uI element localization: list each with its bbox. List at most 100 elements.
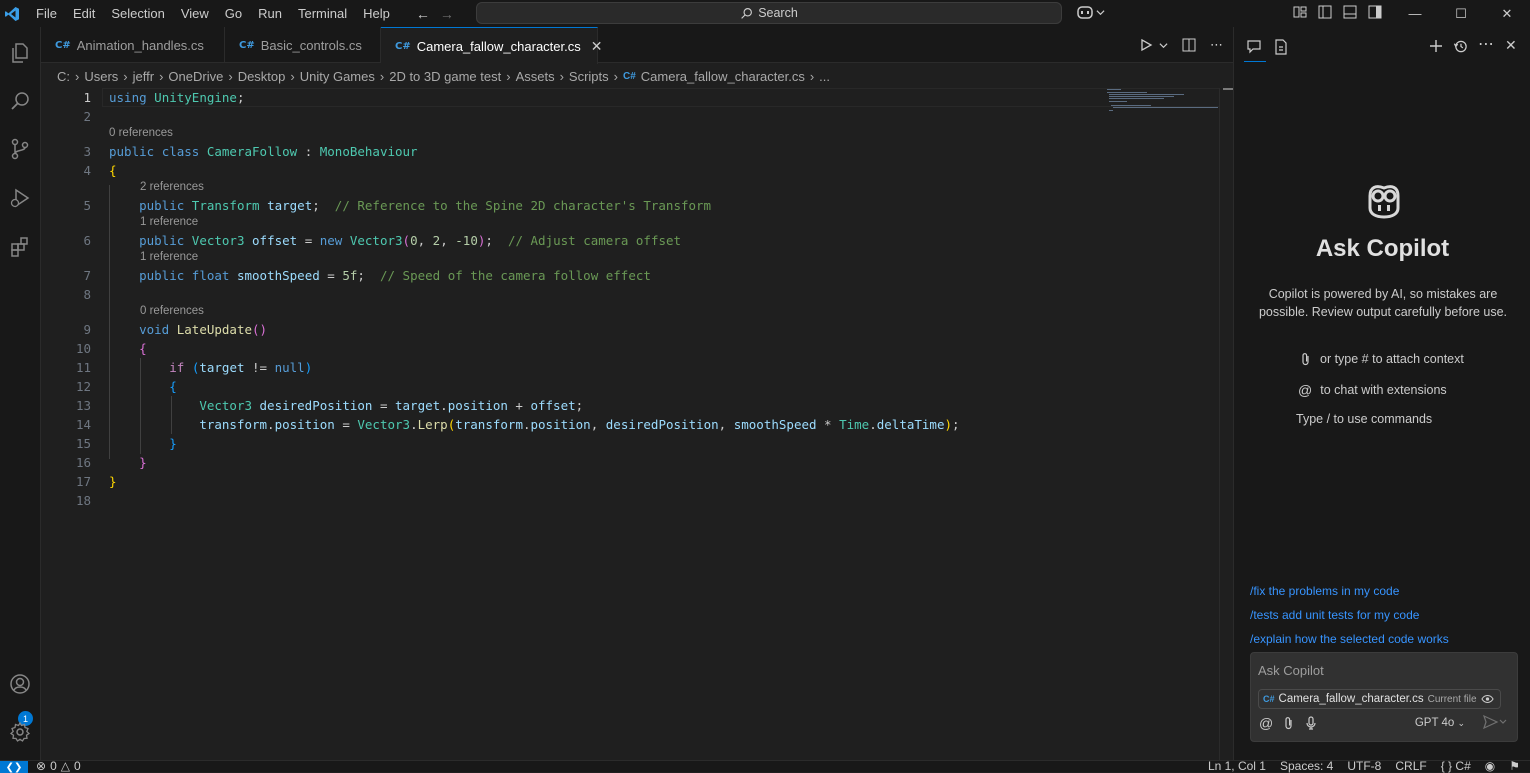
mention-at-icon[interactable]: @ [1259,715,1273,731]
line-number: 10 [75,341,91,356]
settings-gear-icon[interactable] [4,716,36,748]
close-panel-icon[interactable]: ✕ [1505,37,1517,54]
chat-icon[interactable] [1246,39,1262,55]
suggestion-tests[interactable]: /tests add unit tests for my code [1250,608,1419,622]
close-tab-icon[interactable]: ✕ [591,38,603,55]
codelens-references[interactable]: 1 reference [140,216,198,228]
run-file-icon[interactable] [1139,38,1153,52]
line-number: 2 [83,109,91,124]
copilot-status-icon[interactable]: ◉ [1485,759,1495,773]
codelens-references[interactable]: 0 references [140,305,204,317]
codelens-references[interactable]: 0 references [109,127,173,139]
breadcrumb-item[interactable]: Assets [516,69,555,84]
send-button[interactable] [1482,714,1507,732]
copilot-menu-button[interactable] [1076,4,1105,20]
notifications-bell-icon[interactable]: ⚑ [1509,759,1520,773]
breadcrumb-item[interactable]: Camera_fallow_character.cs [641,69,805,84]
copilot-icon [1077,6,1093,19]
codelens-references[interactable]: 1 reference [140,251,198,263]
menu-selection[interactable]: Selection [103,0,172,27]
menu-terminal[interactable]: Terminal [290,0,355,27]
menu-help[interactable]: Help [355,0,398,27]
encoding[interactable]: UTF-8 [1347,759,1381,773]
toggle-secondary-sidebar-icon[interactable] [1367,4,1383,20]
at-sign-icon: @ [1298,382,1313,398]
chat-header: ⋯ ✕ [1234,27,1530,63]
back-arrow-icon[interactable]: ← [416,6,430,22]
language-label: C# [1455,759,1471,773]
menu-go[interactable]: Go [217,0,250,27]
split-editor-icon[interactable] [1182,38,1196,52]
menu-view[interactable]: View [173,0,217,27]
chat-input[interactable]: Ask Copilot [1258,663,1324,678]
suggestion-fix[interactable]: /fix the problems in my code [1250,584,1399,598]
csharp-file-icon: C# [395,40,411,52]
indentation[interactable]: Spaces: 4 [1280,759,1333,773]
customize-layout-icon[interactable] [1292,4,1308,20]
line-number: 3 [83,144,91,159]
code-line: void LateUpdate() [139,322,268,337]
more-actions-icon[interactable]: ⋯ [1478,34,1494,54]
toggle-panel-icon[interactable] [1342,4,1358,20]
tab-basic-controls[interactable]: C# Basic_controls.cs [225,27,381,63]
eye-icon[interactable] [1480,694,1494,704]
menu-file[interactable]: File [28,0,65,27]
source-control-icon[interactable] [4,133,36,165]
remote-indicator-icon[interactable]: ❮❯ [0,761,28,773]
current-file-attachment[interactable]: C# Camera_fallow_character.cs Current fi… [1258,689,1501,709]
chevron-down-icon[interactable] [1159,41,1168,50]
line-number: 12 [75,379,91,394]
tab-camera-fallow-character[interactable]: C# Camera_fallow_character.cs ✕ [381,27,602,64]
code-editor[interactable]: 1 2 3 4 5 6 7 8 9 10 11 12 13 14 15 16 1… [41,88,1233,760]
csharp-file-icon: C# [239,39,255,51]
line-number: 18 [75,493,91,508]
new-chat-plus-icon[interactable] [1429,39,1443,53]
breadcrumb-item[interactable]: OneDrive [168,69,223,84]
tab-animation-handles[interactable]: C# Animation_handles.cs [41,27,225,63]
command-center-search[interactable]: Search [476,2,1062,24]
menu-edit[interactable]: Edit [65,0,103,27]
breadcrumb-item[interactable]: Users [84,69,118,84]
microphone-icon[interactable] [1305,716,1317,730]
code-line: { [169,379,177,394]
cursor-position[interactable]: Ln 1, Col 1 [1208,759,1266,773]
activity-bar: 1 [0,27,41,760]
attach-paperclip-icon[interactable] [1283,716,1295,730]
suggestion-explain[interactable]: /explain how the selected code works [1250,632,1449,646]
account-icon[interactable] [4,668,36,700]
problems-indicator[interactable]: ⊗ 0 △ 0 [36,759,81,773]
minimap[interactable] [1105,88,1220,128]
warning-icon: △ [60,759,70,773]
breadcrumb-item[interactable]: jeffr [133,69,154,84]
menu-run[interactable]: Run [250,0,290,27]
line-ending[interactable]: CRLF [1395,759,1426,773]
copilot-chat-panel: ⋯ ✕ Ask Copilot Copilot is powered by AI… [1233,27,1530,760]
extensions-icon[interactable] [4,231,36,263]
code-line: public float smoothSpeed = 5f; // Speed … [139,268,651,283]
copilot-edits-icon[interactable] [1274,39,1288,55]
language-mode[interactable]: { } C# [1441,759,1471,773]
maximize-icon[interactable]: ☐ [1438,0,1484,27]
forward-arrow-icon[interactable]: → [440,6,454,22]
attachment-filename: Camera_fallow_character.cs [1278,693,1424,705]
breadcrumb-item[interactable]: Unity Games [300,69,375,84]
chat-input-box[interactable]: Ask Copilot C# Camera_fallow_character.c… [1250,652,1518,742]
current-line-highlight [102,88,1220,107]
codelens-references[interactable]: 2 references [140,181,204,193]
search-sidebar-icon[interactable] [4,85,36,117]
breadcrumb-item[interactable]: 2D to 3D game test [389,69,501,84]
run-debug-icon[interactable] [4,182,36,214]
breadcrumb-item[interactable]: Scripts [569,69,609,84]
breadcrumb-item[interactable]: ... [819,69,830,84]
breadcrumb-item[interactable]: Desktop [238,69,286,84]
model-picker[interactable]: GPT 4o ⌄ [1415,717,1465,729]
close-window-icon[interactable]: ✕ [1484,0,1530,27]
more-actions-icon[interactable]: ⋯ [1210,37,1223,53]
explorer-icon[interactable] [4,37,36,69]
toggle-primary-sidebar-icon[interactable] [1317,4,1333,20]
history-icon[interactable] [1453,39,1468,54]
minimize-icon[interactable]: — [1392,0,1438,27]
editor-tabs: C# Animation_handles.cs C# Basic_control… [41,27,1233,64]
breadcrumb-item[interactable]: C: [57,69,70,84]
vertical-scrollbar[interactable] [1219,88,1233,760]
